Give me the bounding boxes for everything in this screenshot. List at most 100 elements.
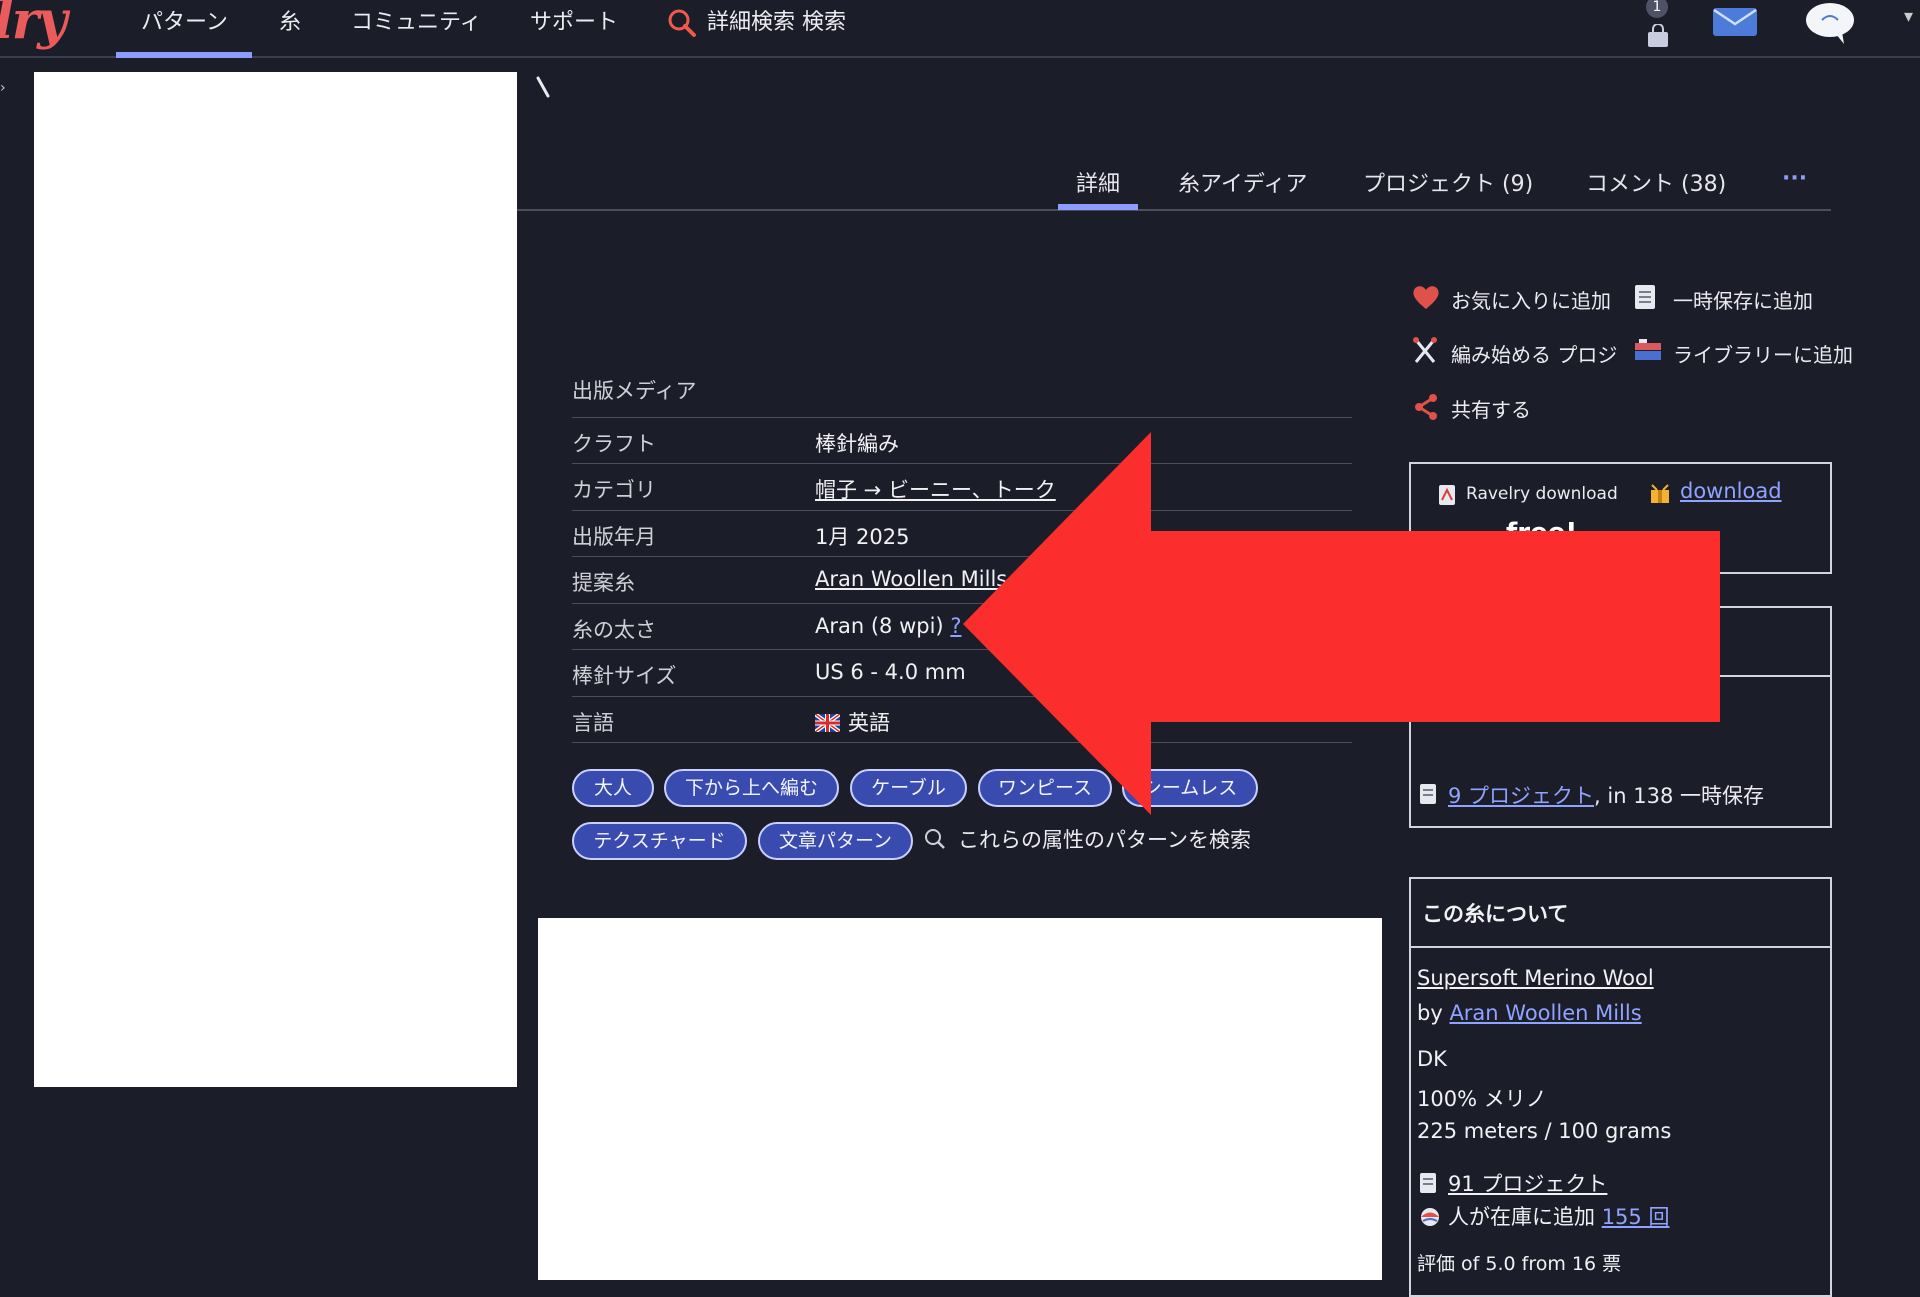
language-value: 英語 <box>848 711 890 735</box>
nav-support[interactable]: サポート <box>530 4 618 36</box>
nav-overflow-icon[interactable]: ▾ <box>1904 6 1913 27</box>
start-project-button[interactable]: 編み始める プロジ <box>1413 337 1618 368</box>
detail-label: カテゴリ <box>572 478 656 502</box>
yarn-weight-value: Aran (8 wpi) <box>815 614 944 638</box>
chat-icon[interactable] <box>1804 0 1856 44</box>
pdf-icon <box>1439 485 1455 505</box>
yarn-weight-help-link[interactable]: ? <box>950 614 961 638</box>
nav-active-indicator <box>116 52 252 58</box>
tab-comments[interactable]: コメント (38) <box>1586 166 1726 198</box>
detail-label: 棒針サイズ <box>572 664 677 688</box>
library-books-icon <box>1635 339 1661 360</box>
tag-cables[interactable]: ケーブル <box>850 769 967 807</box>
yarn-yardage: 225 meters / 100 grams <box>1417 1119 1672 1143</box>
nav-community[interactable]: コミュニティ <box>351 4 482 36</box>
tab-yarn-ideas[interactable]: 糸アイディア <box>1178 166 1307 198</box>
tab-details[interactable]: 詳細 <box>1076 166 1120 198</box>
detail-label: 糸の太さ <box>572 618 656 642</box>
ravelry-download-label: Ravelry download <box>1466 484 1618 504</box>
detail-label: 提案糸 <box>572 571 635 595</box>
detail-row-suggested-yarn: 提案糸 Aran Woollen Mills <box>572 557 1352 603</box>
projects-link[interactable]: 9 プロジェクト <box>1448 784 1594 808</box>
yarn-rating: 評価 of 5.0 from 16 票 <box>1417 1253 1622 1275</box>
add-to-library-button[interactable]: ライブラリーに追加 <box>1635 339 1853 368</box>
notes-panel <box>538 918 1382 1280</box>
tabs-divider <box>517 209 1831 211</box>
detail-value: 棒針編み <box>815 432 899 456</box>
queue-list-icon <box>1635 285 1655 309</box>
detail-row-yarn-weight: 糸の太さ Aran (8 wpi) ? <box>572 604 1352 650</box>
detail-label: 出版メディア <box>572 379 697 403</box>
stash-text: 人が在庫に追加 <box>1448 1205 1602 1229</box>
tab-projects[interactable]: プロジェクト (9) <box>1363 166 1533 198</box>
uk-flag-icon <box>815 714 840 732</box>
edit-pencil-icon[interactable] <box>536 76 552 100</box>
pattern-photo-panel <box>34 72 517 1087</box>
price-label: free! <box>1506 518 1578 538</box>
cart-count-badge: 1 <box>1646 0 1668 18</box>
stash-count-link[interactable]: 155 回 <box>1602 1205 1670 1229</box>
row-divider <box>572 742 1352 743</box>
add-to-favorites-button[interactable]: お気に入りに追加 <box>1413 285 1611 314</box>
detail-value: 英語 <box>815 707 890 737</box>
share-label: 共有する <box>1451 398 1531 422</box>
add-to-queue-button[interactable]: 一時保存に追加 <box>1635 285 1813 314</box>
advanced-search-icon[interactable] <box>667 8 697 38</box>
stash-line: 人が在庫に追加 155 回 <box>1448 1201 1669 1231</box>
tab-active-indicator <box>1058 204 1138 210</box>
tag-written-pattern[interactable]: 文章パターン <box>758 822 913 860</box>
about-yarn-heading: この糸について <box>1422 902 1569 926</box>
download-link[interactable]: download <box>1680 479 1782 503</box>
detail-row-needle-size: 棒針サイズ US 6 - 4.0 mm <box>572 650 1352 696</box>
tag-one-piece[interactable]: ワンピース <box>978 769 1112 807</box>
suggested-yarn-link[interactable]: Aran Woollen Mills <box>815 567 1007 591</box>
detail-value: 1月 2025 <box>815 525 910 549</box>
tag-bottom-up[interactable]: 下から上へ編む <box>664 769 839 807</box>
queued-count: , in 138 一時保存 <box>1594 784 1764 808</box>
tag-adult[interactable]: 大人 <box>572 769 654 807</box>
projects-box-divider <box>1409 675 1832 677</box>
detail-label: 出版年月 <box>572 525 656 549</box>
heart-icon <box>1413 286 1439 309</box>
tab-more[interactable]: ··· <box>1782 166 1807 191</box>
top-navigation: lry パターン 糸 コミュニティ サポート 詳細検索 検索 1 ▾ <box>0 0 1920 58</box>
yarn-projects-notebook-icon <box>1420 1173 1436 1193</box>
tag-seamless[interactable]: シームレス <box>1122 769 1258 807</box>
cart-icon[interactable] <box>1646 24 1670 48</box>
detail-row-language: 言語 英語 <box>572 697 1352 743</box>
category-link[interactable]: 帽子 → ビーニー、トーク <box>815 474 1056 504</box>
by-label: by <box>1417 1001 1450 1025</box>
yarn-fiber: 100% メリノ <box>1417 1087 1547 1111</box>
nav-search[interactable]: 詳細検索 検索 <box>707 4 846 36</box>
yarn-box-divider <box>1411 946 1831 948</box>
detail-label: クラフト <box>572 432 656 456</box>
favorite-label: お気に入りに追加 <box>1451 289 1611 313</box>
library-label: ライブラリーに追加 <box>1673 343 1853 367</box>
search-icon[interactable] <box>924 828 946 850</box>
tag-textured[interactable]: テクスチャード <box>572 822 747 860</box>
mail-icon[interactable] <box>1712 6 1758 38</box>
yarn-brand-line: by Aran Woollen Mills <box>1417 1001 1642 1025</box>
share-icon <box>1415 394 1437 420</box>
projects-notebook-icon <box>1420 784 1436 804</box>
nav-patterns[interactable]: パターン <box>141 4 228 36</box>
yarn-brand-link[interactable]: Aran Woollen Mills <box>1449 1001 1641 1025</box>
detail-row-published: 出版年月 1月 2025 <box>572 511 1352 557</box>
yarn-ball-icon <box>1421 1208 1439 1226</box>
queue-label: 一時保存に追加 <box>1673 289 1813 313</box>
yarn-weight: DK <box>1417 1047 1447 1071</box>
site-logo[interactable]: lry <box>0 0 67 51</box>
detail-value: US 6 - 4.0 mm <box>815 660 966 684</box>
search-by-attributes-link[interactable]: これらの属性のパターンを検索 <box>958 824 1251 854</box>
detail-value: Aran (8 wpi) ? <box>815 614 961 638</box>
detail-row-craft: クラフト 棒針編み <box>572 418 1352 464</box>
left-edge-arrow-icon: › <box>0 80 6 96</box>
nav-yarns[interactable]: 糸 <box>279 4 301 36</box>
share-button[interactable]: 共有する <box>1415 394 1531 423</box>
yarn-name-link[interactable]: Supersoft Merino Wool <box>1417 966 1654 990</box>
start-project-label: 編み始める プロジ <box>1451 343 1618 367</box>
yarn-projects-link[interactable]: 91 プロジェクト <box>1448 1168 1607 1198</box>
detail-row-category: カテゴリ 帽子 → ビーニー、トーク <box>572 464 1352 510</box>
projects-summary: 9 プロジェクト, in 138 一時保存 <box>1448 780 1764 810</box>
detail-row-publication: 出版メディア <box>572 365 1352 411</box>
